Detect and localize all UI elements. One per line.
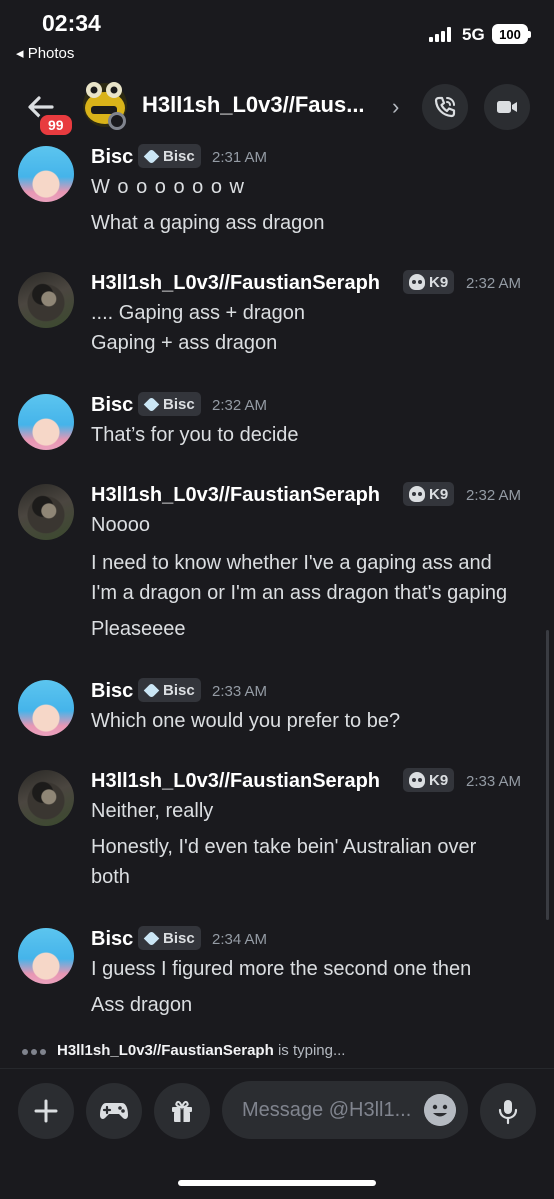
role-tag[interactable]: Bisc xyxy=(138,144,201,168)
avatar[interactable] xyxy=(18,146,74,202)
author-name[interactable]: Bisc xyxy=(91,146,133,169)
author-name[interactable]: Bisc xyxy=(91,928,133,951)
timestamp: 2:32 AM xyxy=(212,397,268,414)
emoji-icon[interactable] xyxy=(424,1094,456,1126)
timestamp: 2:34 AM xyxy=(212,931,268,948)
heart-icon xyxy=(144,398,159,411)
battery-level: 100 xyxy=(499,26,521,42)
tag-label: K9 xyxy=(429,273,449,291)
tag-label: K9 xyxy=(429,485,449,503)
role-tag[interactable]: Bisc xyxy=(138,926,201,950)
tag-label: Bisc xyxy=(163,929,195,947)
phone-icon xyxy=(434,96,456,118)
scrollbar[interactable] xyxy=(546,630,549,920)
tag-label: Bisc xyxy=(163,147,195,165)
typing-indicator: H3ll1sh_L0v3//FaustianSeraph is typing..… xyxy=(22,1042,345,1059)
avatar[interactable] xyxy=(18,272,74,328)
network-label: 5G xyxy=(462,25,485,44)
home-indicator xyxy=(178,1180,376,1186)
channel-name[interactable]: H3ll1sh_L0v3//Faus... xyxy=(142,92,365,118)
message-text: Ass dragon xyxy=(91,994,193,1016)
message-text: Noooo xyxy=(91,514,150,536)
skull-icon xyxy=(409,772,425,788)
message-text: I'm a dragon or I'm an ass dragon that's… xyxy=(91,582,508,604)
tag-label: Bisc xyxy=(163,681,195,699)
message-text: I guess I figured more the second one th… xyxy=(91,958,472,980)
tag-label: K9 xyxy=(429,771,449,789)
author-name[interactable]: H3ll1sh_L0v3//FaustianSeraph xyxy=(91,484,380,507)
signal-icon xyxy=(429,27,451,42)
message-text: Honestly, I'd even take bein' Australian… xyxy=(91,836,477,858)
battery-icon: 100 xyxy=(492,24,531,44)
avatar[interactable] xyxy=(18,680,74,736)
message-input[interactable]: Message @H3ll1... xyxy=(222,1081,468,1139)
timestamp: 2:31 AM xyxy=(212,149,268,166)
video-call-button[interactable] xyxy=(484,84,530,130)
gift-icon xyxy=(172,1100,192,1122)
message-text: What a gaping ass dragon xyxy=(91,212,325,234)
timestamp: 2:33 AM xyxy=(212,683,268,700)
author-name[interactable]: H3ll1sh_L0v3//FaustianSeraph xyxy=(91,272,380,295)
role-tag[interactable]: K9 xyxy=(403,270,455,294)
divider xyxy=(0,1068,554,1069)
chat-header: 99 H3ll1sh_L0v3//Faus... › xyxy=(0,72,554,144)
typing-suffix: is typing... xyxy=(277,1042,346,1059)
message-list[interactable]: Bisc Bisc 2:31 AM W o o o o o o w What a… xyxy=(0,144,554,1044)
message-text: Neither, really xyxy=(91,800,214,822)
timestamp: 2:32 AM xyxy=(466,487,522,504)
back-to-photos-link[interactable]: ◂ Photos xyxy=(16,44,74,62)
author-name[interactable]: Bisc xyxy=(91,680,133,703)
message-text: W o o o o o o w xyxy=(91,176,245,198)
skull-icon xyxy=(409,274,425,290)
add-attachment-button[interactable] xyxy=(18,1083,74,1139)
microphone-icon xyxy=(498,1100,518,1125)
video-camera-icon xyxy=(497,101,517,113)
message-text: I need to know whether I've a gaping ass… xyxy=(91,552,492,574)
unread-badge: 99 xyxy=(37,112,75,138)
voice-message-button[interactable] xyxy=(480,1083,536,1139)
gift-button[interactable] xyxy=(154,1083,210,1139)
avatar[interactable] xyxy=(18,928,74,984)
role-tag[interactable]: K9 xyxy=(403,768,455,792)
timestamp: 2:33 AM xyxy=(466,773,522,790)
role-tag[interactable]: Bisc xyxy=(138,392,201,416)
message-text: .... Gaping ass + dragon xyxy=(91,302,306,324)
heart-icon xyxy=(144,684,159,697)
clock: 02:34 xyxy=(42,10,101,36)
voice-call-button[interactable] xyxy=(422,84,468,130)
typing-user: H3ll1sh_L0v3//FaustianSeraph xyxy=(57,1042,274,1059)
message-placeholder: Message @H3ll1... xyxy=(242,1099,412,1121)
message-text: Gaping + ass dragon xyxy=(91,332,278,354)
author-name[interactable]: Bisc xyxy=(91,394,133,417)
heart-icon xyxy=(144,932,159,945)
role-tag[interactable]: K9 xyxy=(403,482,455,506)
chevron-right-icon[interactable]: › xyxy=(392,94,399,120)
avatar[interactable] xyxy=(18,770,74,826)
message-text: both xyxy=(91,866,130,888)
tag-label: Bisc xyxy=(163,395,195,413)
timestamp: 2:32 AM xyxy=(466,275,522,292)
status-bar: 02:34 ◂ Photos 5G 100 xyxy=(0,0,554,70)
skull-icon xyxy=(409,486,425,502)
message-text: Which one would you prefer to be? xyxy=(91,710,401,732)
role-tag[interactable]: Bisc xyxy=(138,678,201,702)
heart-icon xyxy=(144,150,159,163)
gamepad-icon xyxy=(100,1103,128,1119)
message-text: That’s for you to decide xyxy=(91,424,299,446)
plus-icon xyxy=(34,1099,58,1123)
activities-button[interactable] xyxy=(86,1083,142,1139)
status-indicator xyxy=(108,112,126,130)
author-name[interactable]: H3ll1sh_L0v3//FaustianSeraph xyxy=(91,770,380,793)
typing-dots-icon xyxy=(22,1042,49,1059)
avatar[interactable] xyxy=(18,394,74,450)
message-text: Pleaseeee xyxy=(91,618,186,640)
avatar[interactable] xyxy=(18,484,74,540)
